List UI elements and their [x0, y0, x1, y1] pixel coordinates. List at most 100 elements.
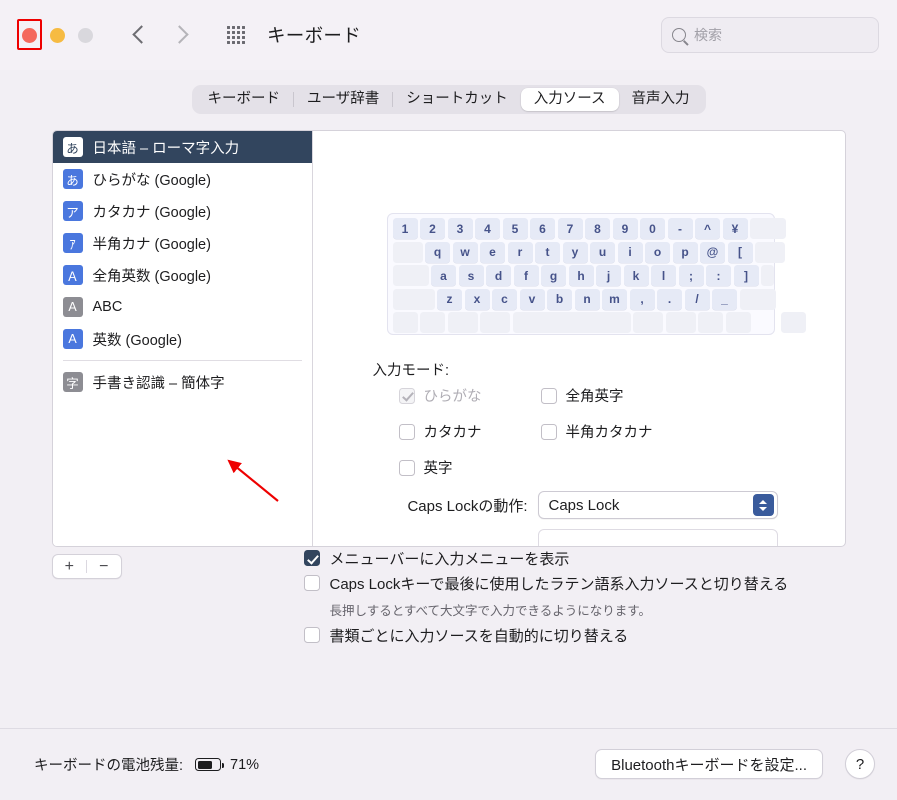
battery-percent: 71%: [230, 756, 260, 773]
key: /: [684, 288, 710, 310]
checkbox-hiragana[interactable]: ひらがな: [398, 385, 541, 406]
search-field[interactable]: 検索: [661, 17, 879, 53]
source-badge: あ: [62, 137, 83, 157]
global-options: メニューバーに入力メニューを表示 Caps Lockキーで最後に使用したラテン語…: [303, 550, 789, 652]
key: c: [492, 288, 517, 310]
input-mode-label: 入力モード:: [372, 363, 450, 379]
key: _: [712, 288, 737, 310]
list-item[interactable]: A 英数 (Google): [53, 323, 312, 355]
source-badge: Ａ: [62, 265, 83, 285]
key: y: [562, 241, 588, 263]
caps-lock-popup-button[interactable]: Caps Lock: [537, 491, 778, 519]
key: ]: [733, 265, 759, 286]
checkbox-auto-switch-per-document[interactable]: 書類ごとに入力ソースを自動的に切り替える: [303, 627, 789, 646]
search-placeholder: 検索: [694, 27, 722, 43]
list-item[interactable]: あ ひらがな (Google): [53, 163, 312, 195]
tab-input-sources[interactable]: 入力ソース: [520, 88, 619, 111]
tab-keyboard[interactable]: キーボード: [195, 88, 294, 111]
main-content: あ 日本語 – ローマ字入力 あ ひらがな (Google) ア カタカナ (G…: [0, 130, 897, 728]
close-button[interactable]: [22, 27, 37, 43]
key-fn: [392, 312, 418, 333]
grid-icon[interactable]: [227, 26, 245, 44]
key-command-left: [480, 312, 510, 333]
key-filler: [725, 312, 751, 333]
keyboard-row-numbers: 1 2 3 4 5 6 7 8 9 0 - ^ ¥: [392, 218, 786, 239]
caps-lock-value: Caps Lock: [548, 496, 620, 514]
checkbox-label: 半角カタカナ: [565, 425, 653, 441]
list-item-label: 半角カナ (Google): [92, 236, 211, 253]
keyboard-row-home: a s d f g h j k l ; : ]: [392, 265, 774, 286]
setup-bluetooth-keyboard-button[interactable]: Bluetoothキーボードを設定...: [595, 749, 823, 779]
footer-bar: キーボードの電池残量: 71% Bluetoothキーボードを設定... ?: [0, 728, 897, 800]
key-option-left: [447, 312, 478, 333]
key-arrow-right: [780, 312, 806, 333]
key: f: [513, 265, 539, 286]
list-item[interactable]: A ABC: [53, 291, 312, 323]
key: i: [617, 241, 643, 263]
key-delete: [750, 218, 786, 239]
search-icon: [672, 28, 686, 42]
list-item[interactable]: あ 日本語 – ローマ字入力: [52, 131, 312, 163]
source-badge: 字: [62, 372, 83, 392]
caps-lock-hint-text: 長押しするとすべて大文字で入力できるようになります。: [329, 604, 652, 618]
key: q: [425, 241, 450, 263]
key: r: [507, 241, 533, 263]
key-arrow-left: [698, 312, 723, 333]
key: b: [547, 288, 572, 310]
checkbox-label: 全角英字: [565, 389, 624, 405]
navigation-buttons: [133, 24, 187, 46]
key: 6: [530, 218, 555, 239]
key: ¥: [722, 218, 748, 239]
key: 5: [502, 218, 528, 239]
minimize-button[interactable]: [50, 27, 65, 43]
key: m: [602, 288, 627, 310]
battery-icon: [195, 758, 225, 771]
checkbox-label: ひらがな: [423, 389, 482, 405]
key: 3: [447, 218, 473, 239]
key: ;: [678, 265, 704, 286]
source-badge: A: [62, 297, 83, 317]
checkbox-box: [398, 387, 415, 404]
tab-user-dictionary[interactable]: ユーザ辞書: [294, 88, 392, 111]
key: u: [590, 241, 615, 263]
tab-shortcuts[interactable]: ショートカット: [393, 88, 521, 111]
input-sources-panel: あ 日本語 – ローマ字入力 あ ひらがな (Google) ア カタカナ (G…: [51, 130, 846, 547]
key: s: [458, 265, 484, 286]
key: 2: [420, 218, 445, 239]
source-badge: ア: [62, 201, 83, 221]
list-item-label: ABC: [92, 299, 123, 315]
checkbox-box: [540, 387, 557, 404]
checkbox-caps-lock-switch[interactable]: Caps Lockキーで最後に使用したラテン語系入力ソースと切り替える: [303, 575, 788, 594]
key: 9: [612, 218, 638, 239]
key: 7: [557, 218, 583, 239]
list-item[interactable]: ｱ 半角カナ (Google): [53, 227, 312, 259]
key: ,: [629, 288, 655, 310]
chevron-left-icon[interactable]: [133, 24, 147, 46]
checkbox-halfwidth-katakana[interactable]: 半角カタカナ: [540, 421, 739, 442]
checkbox-roman[interactable]: 英字: [398, 457, 541, 478]
list-item[interactable]: Ａ 全角英数 (Google): [53, 259, 312, 291]
checkbox-katakana[interactable]: カタカナ: [398, 421, 541, 442]
add-source-button[interactable]: +: [53, 558, 87, 576]
list-divider: [62, 360, 302, 361]
help-button[interactable]: ?: [845, 749, 875, 779]
key: z: [437, 288, 462, 310]
clipped-control[interactable]: [537, 529, 778, 546]
key: l: [651, 265, 676, 286]
checkbox-fullwidth-roman[interactable]: 全角英字: [540, 385, 739, 406]
zoom-button[interactable]: [78, 27, 93, 43]
key-control: [420, 312, 445, 333]
list-item[interactable]: ア カタカナ (Google): [53, 195, 312, 227]
checkbox-show-input-menu[interactable]: メニューバーに入力メニューを表示: [303, 550, 789, 569]
checkbox-label: 英字: [423, 461, 453, 477]
title-bar: キーボード 検索: [0, 0, 897, 70]
keyboard-layout-preview: 1 2 3 4 5 6 7 8 9 0 - ^ ¥ q w e r t y u …: [386, 213, 806, 335]
remove-source-button[interactable]: −: [87, 558, 121, 576]
tab-dictation[interactable]: 音声入力: [619, 88, 703, 111]
key: j: [596, 265, 621, 286]
list-item[interactable]: 字 手書き認識 – 簡体字: [53, 366, 312, 398]
list-item-label: 手書き認識 – 簡体字: [92, 375, 225, 392]
chevron-right-icon[interactable]: [173, 24, 187, 46]
keyboard-row-bottom: z x c v b n m , . / _: [392, 288, 776, 310]
add-remove-buttons: + −: [51, 554, 122, 579]
